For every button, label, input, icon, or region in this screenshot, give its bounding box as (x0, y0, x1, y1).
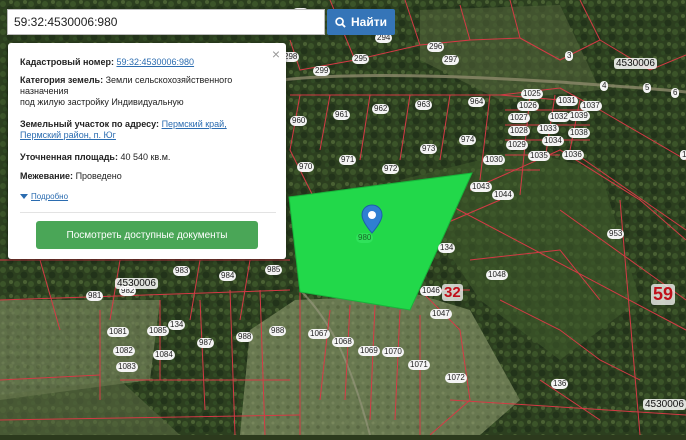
address-label: Земельный участок по адресу: (20, 119, 160, 129)
cadastral-number-link[interactable]: 59:32:4530006:980 (116, 57, 194, 67)
parcel-number-label[interactable]: 1071 (408, 360, 430, 370)
search-button[interactable]: Найти (327, 9, 395, 35)
parcel-number-label[interactable]: 1036 (562, 150, 584, 160)
parcel-number-label[interactable]: 297 (442, 55, 460, 65)
more-details-toggle[interactable]: Подробно (20, 192, 68, 201)
parcel-number-label[interactable]: 1030 (483, 155, 505, 165)
survey-row: Межевание: Проведено (20, 171, 270, 182)
parcel-number-label[interactable]: 1026 (517, 101, 539, 111)
area-row: Уточненная площадь: 40 540 кв.м. (20, 152, 270, 163)
cadastral-number-row: Кадастровый номер: 59:32:4530006:980 (20, 57, 270, 68)
parcel-number-label[interactable]: 1028 (508, 126, 530, 136)
parcel-number-label[interactable]: 973 (420, 144, 438, 154)
cadastral-number-label: Кадастровый номер: (20, 57, 114, 67)
land-category-row: Категория земель: Земли сельскохозяйстве… (20, 75, 270, 108)
parcel-number-label[interactable]: 1084 (153, 350, 175, 360)
land-category-label: Категория земель: (20, 75, 104, 85)
parcel-number-label[interactable]: 299 (313, 66, 331, 76)
parcel-number-label[interactable]: 1081 (107, 327, 129, 337)
search-icon (335, 16, 346, 28)
parcel-number-label[interactable]: 1070 (382, 347, 404, 357)
search-input[interactable] (7, 9, 325, 35)
parcel-number-label[interactable]: 134 (438, 243, 456, 253)
parcel-number-label[interactable]: 1085 (147, 326, 169, 336)
parcel-number-label[interactable]: 1034 (542, 136, 564, 146)
parcel-number-label[interactable]: 953 (607, 229, 625, 239)
quarter-label: 4530006 (614, 58, 657, 69)
parcel-number-label[interactable]: 1029 (506, 140, 528, 150)
district-label: 32 (442, 284, 463, 301)
area-value: 40 540 кв.м. (120, 152, 171, 162)
search-bar: Найти (7, 9, 395, 35)
parcel-number-label[interactable]: 134 (168, 320, 186, 330)
panel-divider (20, 212, 276, 213)
selected-parcel-label: 980 (356, 233, 374, 243)
parcel-number-label[interactable]: 988 (269, 326, 287, 336)
survey-label: Межевание: (20, 171, 74, 181)
parcel-number-label[interactable]: 296 (427, 42, 445, 52)
parcel-number-label[interactable]: 136 (551, 379, 569, 389)
parcel-number-label[interactable]: 1031 (556, 96, 578, 106)
parcel-number-label[interactable]: 964 (468, 97, 486, 107)
parcel-number-label[interactable]: 972 (382, 164, 400, 174)
view-documents-button[interactable]: Посмотреть доступные документы (36, 221, 258, 249)
parcel-number-label[interactable]: 1068 (332, 337, 354, 347)
close-icon[interactable]: × (272, 46, 280, 62)
survey-value: Проведено (75, 171, 122, 181)
more-details-link[interactable]: Подробно (31, 192, 68, 201)
parcel-number-label[interactable]: 1043 (470, 182, 492, 192)
parcel-number-label[interactable]: 1048 (486, 270, 508, 280)
parcel-number-label[interactable]: 962 (372, 104, 390, 114)
parcel-number-label[interactable]: 1039 (568, 111, 590, 121)
parcel-number-label[interactable]: 963 (415, 100, 433, 110)
parcel-number-label[interactable]: 961 (333, 110, 351, 120)
parcel-number-label[interactable]: 1069 (358, 346, 380, 356)
address-row: Земельный участок по адресу: Пермский кр… (20, 119, 270, 141)
parcel-number-label[interactable]: 1027 (508, 113, 530, 123)
parcel-number-label[interactable]: 970 (297, 162, 315, 172)
parcel-number-label[interactable]: 960 (290, 116, 308, 126)
parcel-number-label[interactable]: 1 (680, 150, 686, 160)
parcel-number-label[interactable]: 1067 (308, 329, 330, 339)
parcel-number-label[interactable]: 1044 (492, 190, 514, 200)
parcel-info-panel: × Кадастровый номер: 59:32:4530006:980 К… (8, 43, 286, 259)
parcel-number-label[interactable]: 1037 (580, 101, 602, 111)
parcel-number-label[interactable]: 295 (352, 54, 370, 64)
quarter-label: 4530006 (115, 278, 158, 289)
parcel-number-label[interactable]: 985 (265, 265, 283, 275)
parcel-number-label[interactable]: 1083 (116, 362, 138, 372)
parcel-number-label[interactable]: 1082 (113, 346, 135, 356)
parcel-number-label[interactable]: 974 (459, 135, 477, 145)
parcel-number-label[interactable]: 1025 (521, 89, 543, 99)
parcel-number-label[interactable]: 1038 (568, 128, 590, 138)
parcel-number-label[interactable]: 988 (236, 332, 254, 342)
quarter-label: 4530006 (643, 399, 686, 410)
land-use-value: под жилую застройку Индивидуальную (20, 97, 184, 107)
search-button-label: Найти (351, 15, 387, 29)
parcel-number-label[interactable]: 987 (197, 338, 215, 348)
parcel-number-label[interactable]: 971 (339, 155, 357, 165)
area-label: Уточненная площадь: (20, 152, 118, 162)
parcel-number-label[interactable]: 1047 (430, 309, 452, 319)
parcel-number-label[interactable]: 983 (173, 266, 191, 276)
parcel-number-label[interactable]: 1032 (548, 112, 570, 122)
parcel-number-label[interactable]: 981 (86, 291, 104, 301)
parcel-number-label[interactable]: 1072 (445, 373, 467, 383)
map-pin-icon[interactable] (361, 204, 383, 234)
parcel-number-label[interactable]: 984 (219, 271, 237, 281)
parcel-number-label[interactable]: 1035 (528, 151, 550, 161)
triangle-down-icon (20, 194, 28, 200)
parcel-number-label[interactable]: 1046 (420, 286, 442, 296)
region-label: 59 (651, 284, 676, 305)
parcel-number-label[interactable]: 1033 (537, 124, 559, 134)
